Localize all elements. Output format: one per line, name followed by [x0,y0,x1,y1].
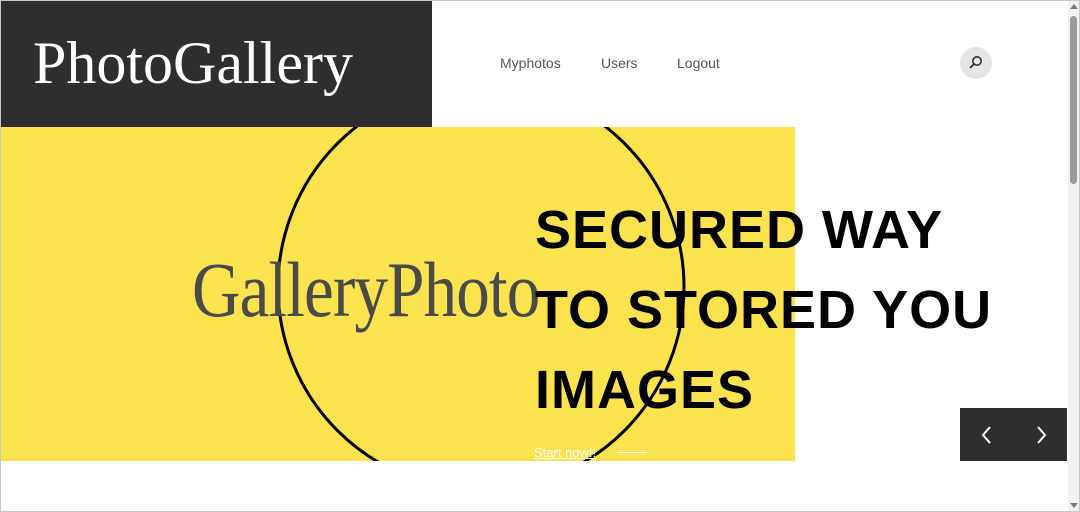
hero-headline: SECURED WAY TO STORED YOU IMAGES [535,190,992,430]
vertical-scrollbar[interactable] [1068,0,1080,512]
scroll-down-arrow-icon[interactable] [1070,503,1078,508]
slider-next-button[interactable] [1014,408,1067,461]
scrollbar-thumb[interactable] [1070,16,1077,184]
slider-controls [960,408,1067,461]
page: PhotoGallery Myphotos Users Logout Galle… [0,0,1080,512]
hero-image-logo-text: GalleryPhoto [192,246,540,333]
cta-divider-line [617,452,647,453]
chevron-left-icon [981,426,991,444]
headline-line-1: SECURED WAY [535,200,944,260]
headline-line-2: TO STORED YOU [535,280,993,340]
scroll-up-arrow-icon[interactable] [1070,4,1078,9]
slider-prev-button[interactable] [960,408,1013,461]
search-button[interactable] [960,47,992,79]
nav-myphotos[interactable]: Myphotos [500,55,561,71]
nav-users[interactable]: Users [601,55,638,71]
site-logo[interactable]: PhotoGallery [33,28,353,98]
logo-block: PhotoGallery [0,0,432,127]
start-now-link[interactable]: Start now!! [534,445,596,460]
headline-line-3: IMAGES [535,360,755,420]
search-icon [969,56,982,69]
nav-logout[interactable]: Logout [677,55,720,71]
chevron-right-icon [1037,426,1047,444]
